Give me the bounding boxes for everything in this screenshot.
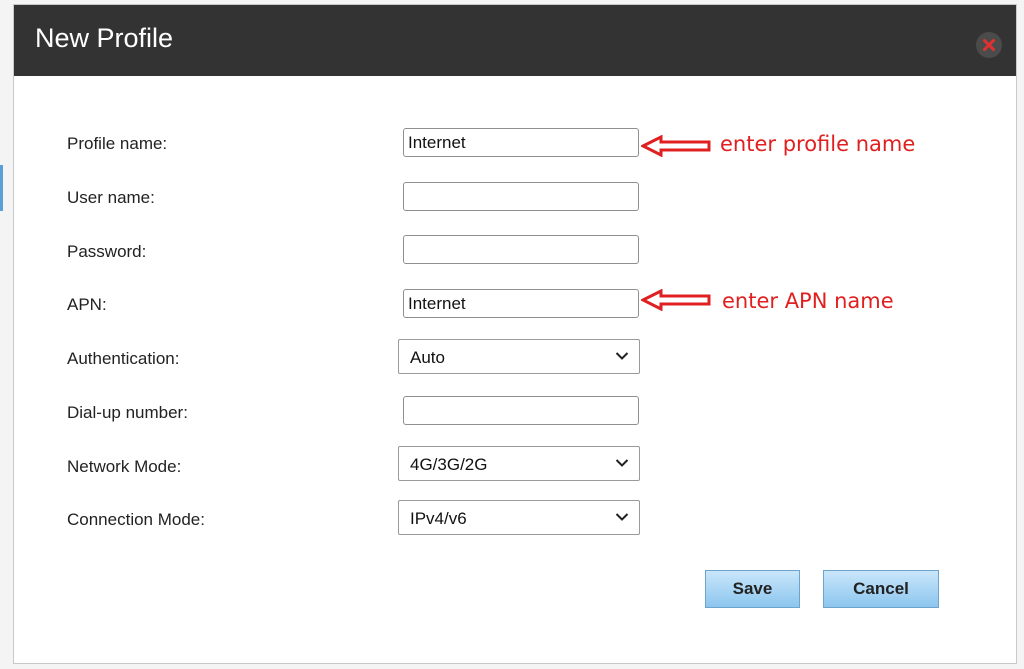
user-name-label: User name:	[67, 188, 155, 207]
network-mode-selected: 4G/3G/2G	[410, 455, 488, 474]
arrow-left-icon	[641, 289, 711, 311]
authentication-select[interactable]: Auto	[398, 339, 640, 374]
chevron-down-icon	[615, 513, 629, 521]
authentication-selected: Auto	[410, 348, 445, 367]
user-name-input[interactable]	[403, 182, 639, 211]
network-mode-label: Network Mode:	[67, 457, 182, 476]
chevron-down-icon	[615, 459, 629, 467]
connection-mode-label: Connection Mode:	[67, 510, 205, 529]
chevron-down-icon	[615, 352, 629, 360]
apn-annotation: enter APN name	[722, 289, 894, 313]
apn-input[interactable]	[403, 289, 639, 318]
dialup-number-input[interactable]	[403, 396, 639, 425]
dialup-number-label: Dial-up number:	[67, 403, 188, 422]
new-profile-dialog: New Profile Profile name: User name: Pas…	[13, 4, 1017, 664]
close-button[interactable]	[976, 32, 1002, 58]
background-accent-bar	[0, 165, 3, 211]
dialog-title: New Profile	[35, 23, 174, 53]
apn-label: APN:	[67, 295, 107, 314]
profile-name-input[interactable]	[403, 128, 639, 157]
save-button[interactable]: Save	[705, 570, 800, 608]
connection-mode-selected: IPv4/v6	[410, 509, 467, 528]
password-label: Password:	[67, 242, 147, 261]
arrow-left-icon	[641, 135, 711, 157]
dialog-title-bar: New Profile	[14, 5, 1016, 76]
cancel-button[interactable]: Cancel	[823, 570, 939, 608]
close-icon	[983, 39, 995, 51]
profile-name-annotation: enter profile name	[720, 132, 916, 156]
network-mode-select[interactable]: 4G/3G/2G	[398, 446, 640, 481]
authentication-label: Authentication:	[67, 349, 180, 368]
profile-name-label: Profile name:	[67, 134, 168, 153]
connection-mode-select[interactable]: IPv4/v6	[398, 500, 640, 535]
password-input[interactable]	[403, 235, 639, 264]
